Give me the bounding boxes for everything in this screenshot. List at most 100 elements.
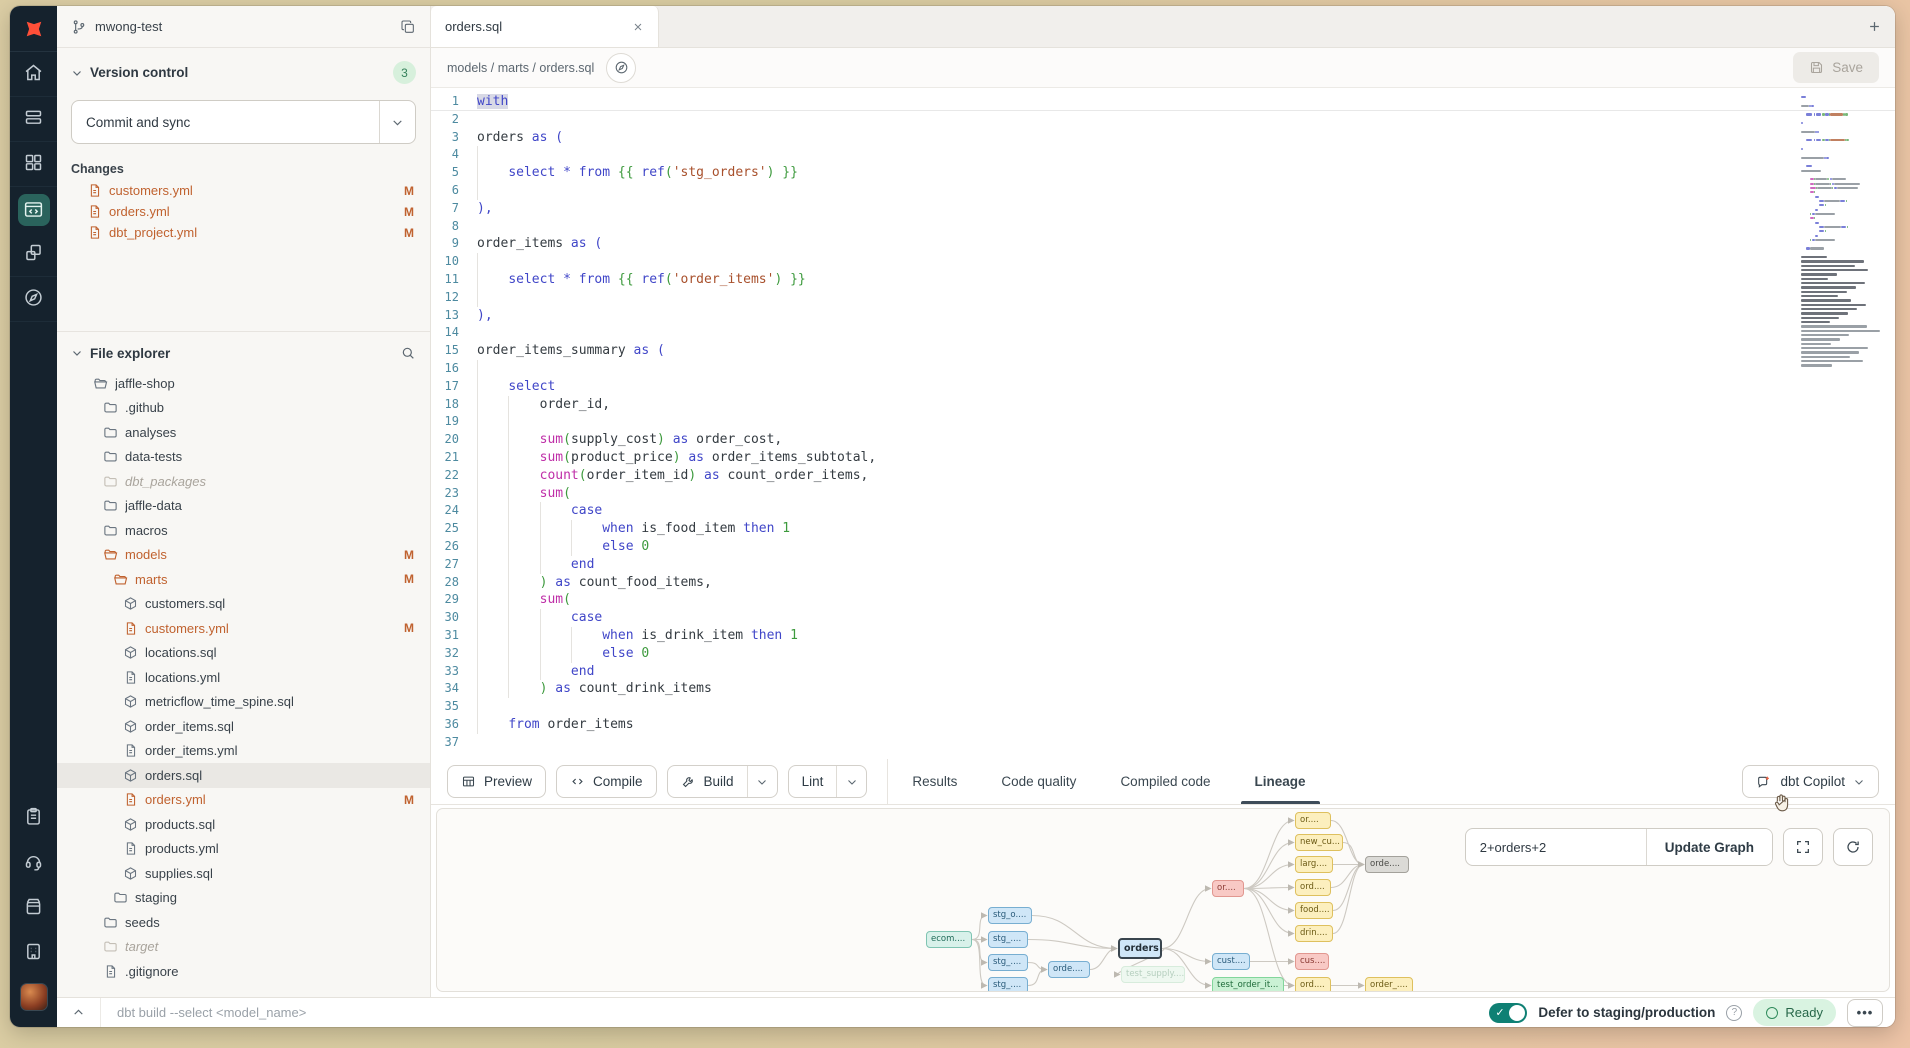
changed-file-customers.yml[interactable]: customers.ymlM: [57, 180, 430, 201]
tree-item-supplies.sql[interactable]: supplies.sql: [57, 861, 430, 886]
save-button[interactable]: Save: [1793, 52, 1879, 83]
more-options-button[interactable]: •••: [1847, 999, 1883, 1027]
lineage-node-orde1[interactable]: orde....: [1048, 961, 1090, 978]
close-icon[interactable]: [632, 21, 644, 33]
compile-button[interactable]: Compile: [556, 765, 657, 798]
rail-orchestration-button[interactable]: [10, 232, 57, 277]
lineage-node-cust[interactable]: cust....: [1212, 953, 1250, 970]
folder-icon: [103, 915, 118, 930]
help-icon[interactable]: ?: [1726, 1005, 1742, 1021]
rail-docs-button[interactable]: [10, 884, 57, 929]
tree-item-jaffle-shop[interactable]: jaffle-shop: [57, 371, 430, 396]
lineage-node-y6[interactable]: drin....: [1295, 925, 1333, 942]
update-graph-button[interactable]: Update Graph: [1646, 829, 1772, 865]
tree-item-.github[interactable]: .github: [57, 396, 430, 421]
tab-lineage[interactable]: Lineage: [1255, 759, 1306, 804]
expand-command-button[interactable]: [57, 998, 101, 1027]
lineage-node-tsup[interactable]: test_supply....: [1121, 966, 1185, 983]
tree-item-dbt_packages[interactable]: dbt_packages: [57, 469, 430, 494]
rail-explore-button[interactable]: [10, 277, 57, 322]
lineage-node-stg2[interactable]: stg_....: [988, 931, 1028, 948]
changed-file-dbt_project.yml[interactable]: dbt_project.ymlM: [57, 222, 430, 243]
lineage-node-stg1[interactable]: stg_o....: [988, 907, 1032, 924]
lineage-node-cusp[interactable]: cus....: [1295, 953, 1329, 970]
rail-support-button[interactable]: [10, 839, 57, 884]
lineage-node-y8[interactable]: order_....: [1365, 977, 1413, 992]
tree-item-customers.yml[interactable]: customers.ymlM: [57, 616, 430, 641]
lineage-node-ecom[interactable]: ecom....: [926, 931, 972, 948]
rail-home-button[interactable]: [10, 52, 57, 97]
tab-compiled-code[interactable]: Compiled code: [1120, 759, 1210, 804]
tab-code-quality[interactable]: Code quality: [1001, 759, 1076, 804]
tree-item-data-tests[interactable]: data-tests: [57, 445, 430, 470]
lineage-compass-button[interactable]: [606, 53, 636, 83]
lineage-node-gray[interactable]: orde....: [1365, 856, 1409, 873]
rail-changelog-button[interactable]: [10, 929, 57, 974]
chevron-down-icon[interactable]: [71, 67, 83, 79]
tree-item-staging[interactable]: staging: [57, 886, 430, 911]
code-editor[interactable]: 1with23orders as (45 select * from {{ re…: [431, 88, 1895, 759]
tab-results[interactable]: Results: [912, 759, 957, 804]
tree-item-target[interactable]: target: [57, 935, 430, 960]
fullscreen-button[interactable]: [1783, 828, 1823, 866]
preview-button[interactable]: Preview: [447, 765, 546, 798]
rail-user-avatar[interactable]: [10, 974, 57, 1019]
rail-ide-button[interactable]: [10, 187, 57, 232]
tree-item-customers.sql[interactable]: customers.sql: [57, 592, 430, 617]
tree-item-orders.sql[interactable]: orders.sql: [57, 763, 430, 788]
lineage-viewport[interactable]: ecom.... stg_o.... stg_.... stg_.... stg_...…: [436, 808, 1890, 992]
search-icon[interactable]: [400, 345, 416, 361]
build-options-chevron-icon[interactable]: [747, 766, 777, 797]
tree-item-models[interactable]: modelsM: [57, 543, 430, 568]
lineage-node-orders[interactable]: orders: [1118, 938, 1162, 959]
tree-item-locations.sql[interactable]: locations.sql: [57, 641, 430, 666]
lineage-node-y1[interactable]: or....: [1295, 812, 1331, 829]
rail-checklist-button[interactable]: [10, 794, 57, 839]
command-input[interactable]: dbt build --select <model_name>: [101, 1005, 1489, 1020]
tree-item-orders.yml[interactable]: orders.ymlM: [57, 788, 430, 813]
app-window: mwong-test Version control 3: [10, 6, 1895, 1027]
commit-options-chevron-icon[interactable]: [379, 101, 415, 143]
refresh-button[interactable]: [1833, 828, 1873, 866]
tree-item-macros[interactable]: macros: [57, 518, 430, 543]
lineage-node-y5[interactable]: food....: [1295, 902, 1333, 919]
lineage-node-stg3[interactable]: stg_....: [988, 954, 1028, 971]
rail-deploy-button[interactable]: [10, 97, 57, 142]
chevron-down-icon[interactable]: [71, 347, 83, 359]
changed-file-orders.yml[interactable]: orders.ymlM: [57, 201, 430, 222]
defer-toggle[interactable]: ✓: [1489, 1003, 1527, 1023]
lineage-node-y7[interactable]: ord....: [1295, 977, 1331, 992]
dbt-logo-icon[interactable]: [10, 6, 57, 52]
lint-button[interactable]: Lint: [788, 765, 868, 798]
code-line-8: 8: [431, 218, 1895, 236]
file-icon: [123, 841, 138, 856]
copy-icon[interactable]: [400, 19, 416, 35]
build-button[interactable]: Build: [667, 765, 778, 798]
code-line-10: 10: [431, 253, 1895, 271]
tree-item-.gitignore[interactable]: .gitignore: [57, 959, 430, 984]
lineage-node-y3[interactable]: larg....: [1295, 856, 1333, 873]
tab-orders-sql[interactable]: orders.sql: [431, 6, 659, 47]
rail-dashboard-button[interactable]: [10, 142, 57, 187]
tree-item-locations.yml[interactable]: locations.yml: [57, 665, 430, 690]
tree-item-order_items.sql[interactable]: order_items.sql: [57, 714, 430, 739]
tree-item-analyses[interactable]: analyses: [57, 420, 430, 445]
tree-item-products.yml[interactable]: products.yml: [57, 837, 430, 862]
tree-item-metricflow_time_spine.sql[interactable]: metricflow_time_spine.sql: [57, 690, 430, 715]
new-tab-button[interactable]: [1853, 6, 1895, 47]
tree-item-jaffle-data[interactable]: jaffle-data: [57, 494, 430, 519]
lineage-node-y4[interactable]: ord....: [1295, 879, 1331, 896]
lineage-node-stg4[interactable]: stg_....: [988, 977, 1028, 992]
lineage-selector-input[interactable]: [1466, 829, 1646, 865]
tree-item-marts[interactable]: martsM: [57, 567, 430, 592]
lineage-node-orp[interactable]: or....: [1212, 880, 1244, 897]
lineage-node-toi[interactable]: test_order_it...: [1212, 977, 1284, 992]
dbt-copilot-button[interactable]: dbt Copilot: [1742, 765, 1879, 798]
tree-item-seeds[interactable]: seeds: [57, 910, 430, 935]
lint-options-chevron-icon[interactable]: [836, 766, 866, 797]
tree-item-order_items.yml[interactable]: order_items.yml: [57, 739, 430, 764]
tree-item-products.sql[interactable]: products.sql: [57, 812, 430, 837]
lineage-node-y2[interactable]: new_cu...: [1295, 834, 1343, 851]
minimap[interactable]: [1801, 96, 1881, 369]
commit-and-sync-button[interactable]: Commit and sync: [71, 100, 416, 144]
